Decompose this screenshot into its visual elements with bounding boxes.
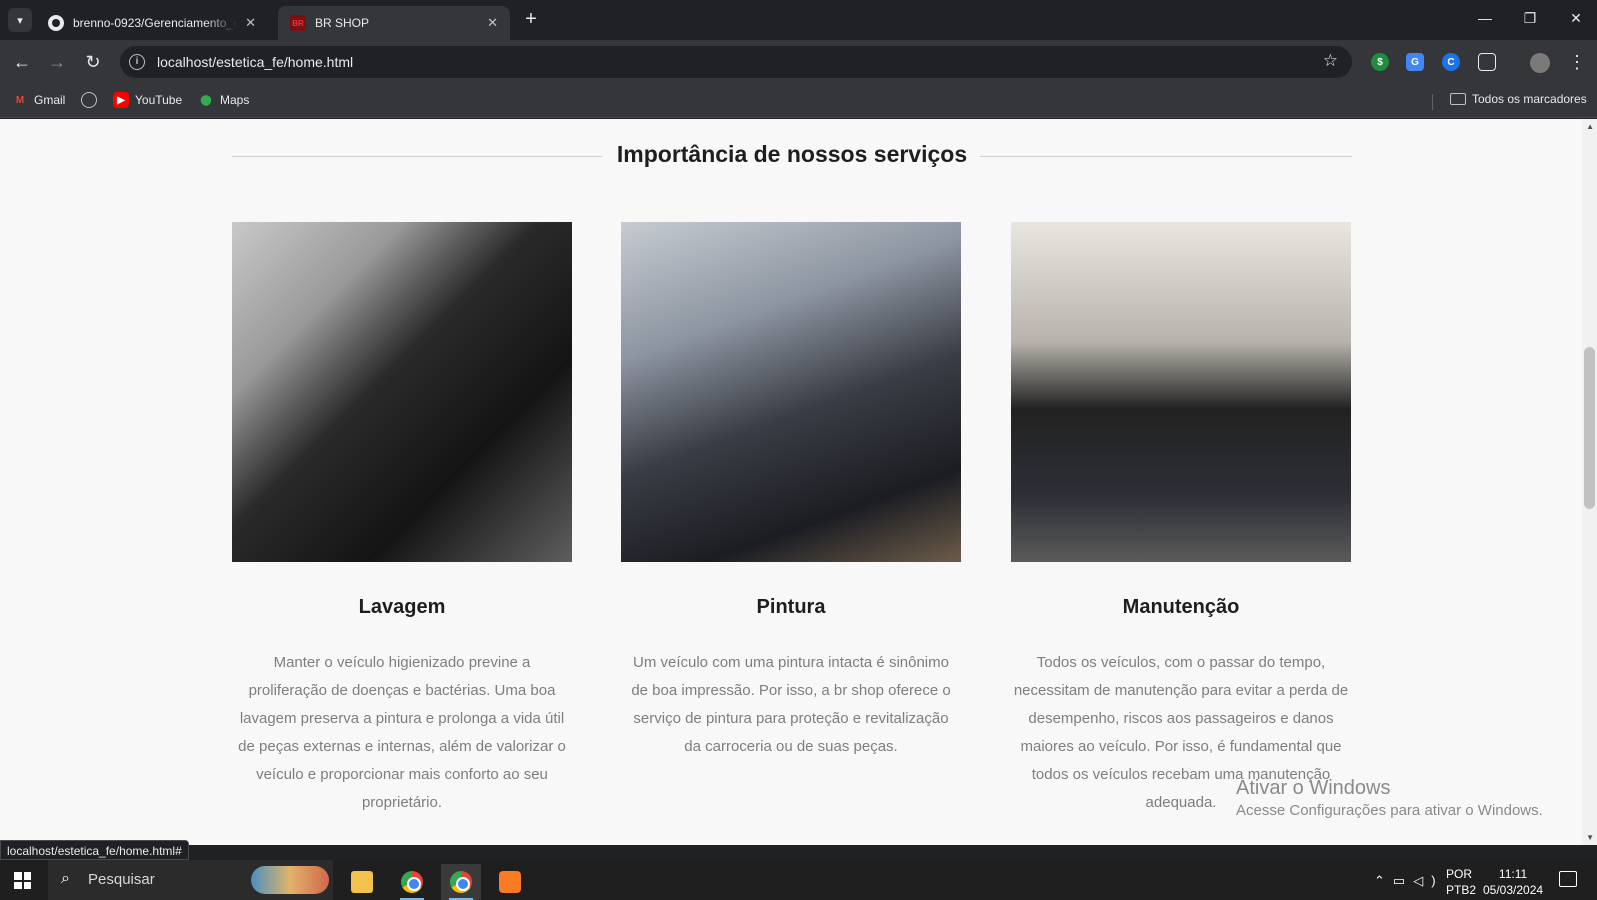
folder-icon: [1450, 93, 1466, 105]
chrome-icon: [450, 871, 472, 893]
service-text: Manter o veículo higienizado previne a p…: [238, 654, 566, 811]
service-text: Um veículo com uma pintura intacta é sin…: [631, 654, 951, 755]
menu-icon[interactable]: ⋮: [1566, 51, 1588, 73]
back-icon[interactable]: ←: [11, 51, 33, 73]
chrome-icon: [401, 871, 423, 893]
scroll-down-icon[interactable]: ▼: [1586, 833, 1594, 842]
keyboard-layout: PTB2: [1446, 883, 1477, 897]
windows-start-icon[interactable]: [14, 872, 31, 889]
service-title: Lavagem: [358, 596, 446, 618]
scrollbar-thumb[interactable]: [1584, 347, 1595, 509]
github-icon: [48, 15, 64, 31]
bookmarks-divider: [1432, 94, 1433, 110]
tab-title: BR SHOP: [315, 16, 370, 30]
tab-search-button[interactable]: ▾: [8, 8, 32, 32]
page-scrollbar[interactable]: ▲ ▼: [1582, 119, 1597, 845]
taskbar-search[interactable]: ⌕ Pesquisar: [48, 860, 333, 900]
car-wash-image: [232, 222, 572, 562]
bookmark-label: YouTube: [135, 93, 183, 107]
extension-c-icon[interactable]: C: [1442, 53, 1460, 71]
search-icon: ⌕: [61, 870, 70, 887]
service-title: Manutenção: [1122, 596, 1240, 618]
service-card-lavagem: Lavagem Manter o veículo higienizado pre…: [232, 222, 572, 817]
address-bar[interactable]: i localhost/estetica_fe/home.html ☆: [120, 46, 1352, 78]
br-shop-favicon-icon: BR: [290, 15, 306, 31]
bookmark-youtube[interactable]: ▶ YouTube: [113, 92, 182, 108]
all-bookmarks-label: Todos os marcadores: [1472, 92, 1587, 106]
bookmark-gmail[interactable]: M Gmail: [12, 92, 66, 108]
taskbar-chrome[interactable]: [392, 864, 432, 900]
bookmark-label: Gmail: [34, 93, 66, 107]
status-bar-url: localhost/estetica_fe/home.html#: [0, 840, 189, 860]
extension-icon[interactable]: $: [1371, 53, 1389, 71]
language-code: POR: [1446, 867, 1473, 881]
file-explorer-icon: [351, 871, 373, 893]
youtube-icon: ▶: [113, 92, 129, 108]
extensions-puzzle-icon[interactable]: [1478, 53, 1496, 71]
notification-icon[interactable]: [1559, 871, 1577, 887]
site-info-icon[interactable]: i: [129, 54, 145, 70]
section-header: Importância de nossos serviços: [232, 141, 1352, 171]
tray-icons[interactable]: ⌃▭◁): [1374, 873, 1444, 900]
car-maintenance-image: [1011, 222, 1351, 562]
clock-date: 05/03/2024: [1483, 883, 1544, 897]
divider-line: [980, 156, 1352, 157]
windows-taskbar: ⌕ Pesquisar ⌃▭◁) POR PTB2 11:11 05/03/20…: [0, 860, 1597, 900]
service-card-manutencao: Manutenção Todos os veículos, com o pass…: [1011, 222, 1351, 817]
reload-icon[interactable]: ↻: [82, 51, 104, 73]
volume-icon[interactable]: ◁): [1413, 873, 1443, 888]
scroll-up-icon[interactable]: ▲: [1586, 122, 1594, 131]
translate-icon[interactable]: G: [1406, 53, 1424, 71]
network-icon[interactable]: ▭: [1393, 873, 1413, 888]
chevron-up-icon[interactable]: ⌃: [1374, 873, 1393, 888]
service-card-pintura: Pintura Um veículo com uma pintura intac…: [621, 222, 961, 761]
taskbar-file-explorer[interactable]: [342, 864, 382, 900]
new-tab-button[interactable]: +: [520, 9, 542, 31]
browser-toolbar: ← → ↻ i localhost/estetica_fe/home.html …: [0, 40, 1597, 84]
tab-github[interactable]: brenno-0923/Gerenciamento_e ✕: [36, 6, 268, 40]
search-placeholder: Pesquisar: [88, 871, 155, 888]
forward-icon[interactable]: →: [46, 51, 68, 73]
taskbar-xampp[interactable]: [490, 864, 530, 900]
car-painting-image: [621, 222, 961, 562]
watermark-title: Ativar o Windows: [1236, 777, 1391, 799]
tab-title: brenno-0923/Gerenciamento_e: [73, 16, 238, 30]
restore-icon[interactable]: ❐: [1520, 10, 1540, 27]
bookmark-label: Maps: [220, 93, 250, 107]
bookmark-star-icon[interactable]: ☆: [1323, 51, 1338, 71]
xampp-icon: [499, 871, 521, 893]
minimize-icon[interactable]: —: [1475, 10, 1495, 26]
tab-strip: ▾ brenno-0923/Gerenciamento_e ✕ BR BR SH…: [0, 0, 1597, 40]
windows-activation-watermark: Ativar o Windows Acesse Configurações pa…: [1236, 777, 1543, 819]
taskbar-chrome-active[interactable]: [441, 864, 481, 900]
search-highlight-image: [251, 866, 329, 894]
url-text[interactable]: localhost/estetica_fe/home.html: [157, 54, 353, 70]
close-tab-icon[interactable]: ✕: [487, 15, 498, 31]
gmail-icon: M: [15, 94, 25, 106]
clock[interactable]: 11:11 05/03/2024: [1483, 866, 1543, 900]
clock-time: 11:11: [1498, 867, 1528, 881]
bookmark-maps[interactable]: ⬤ Maps: [198, 92, 249, 108]
globe-icon: [81, 92, 97, 108]
close-window-icon[interactable]: ✕: [1566, 10, 1586, 27]
bookmark-globe[interactable]: [81, 92, 103, 108]
profile-avatar[interactable]: [1530, 53, 1550, 73]
service-title: Pintura: [756, 596, 826, 618]
watermark-subtitle: Acesse Configurações para ativar o Windo…: [1236, 802, 1543, 819]
maps-pin-icon: ⬤: [200, 94, 212, 106]
all-bookmarks[interactable]: Todos os marcadores: [1450, 92, 1587, 106]
tab-br-shop[interactable]: BR BR SHOP ✕: [278, 6, 510, 40]
page-viewport: Importância de nossos serviços Lavagem M…: [0, 119, 1597, 845]
close-tab-icon[interactable]: ✕: [245, 15, 256, 31]
bookmarks-bar: M Gmail ▶ YouTube ⬤ Maps Todos os marcad…: [0, 84, 1597, 118]
section-title: Importância de nossos serviços: [616, 141, 968, 167]
language-indicator[interactable]: POR PTB2: [1446, 866, 1476, 900]
